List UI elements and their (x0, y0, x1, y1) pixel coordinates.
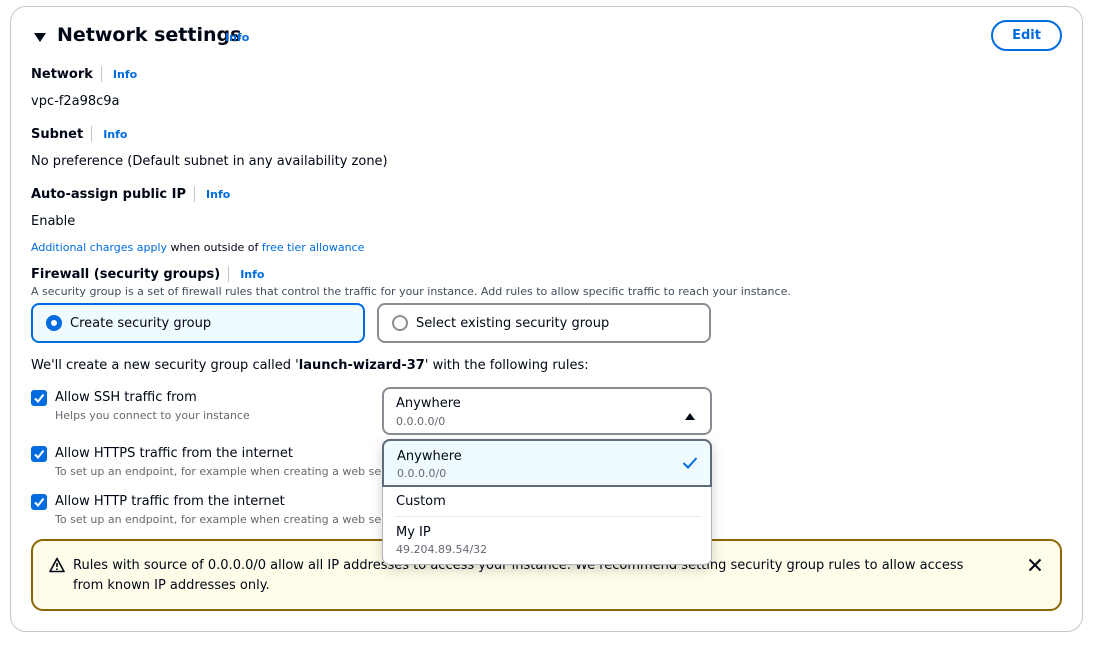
auto-ip-label: Auto-assign public IP (31, 186, 187, 202)
https-checkbox[interactable] (31, 446, 47, 462)
auto-ip-label-row: Auto-assign public IP Info (31, 185, 230, 203)
close-icon[interactable] (1028, 557, 1042, 576)
auto-ip-value: Enable (31, 214, 76, 229)
network-value: vpc-f2a98c9a (31, 94, 120, 109)
new-group-prefix: We'll create a new security group called… (31, 358, 299, 373)
ssh-checkbox[interactable] (31, 390, 47, 406)
firewall-info-link[interactable]: Info (240, 268, 264, 281)
firewall-description: A security group is a set of firewall ru… (31, 285, 791, 298)
option-custom-label: Custom (396, 494, 446, 509)
free-tier-link[interactable]: free tier allowance (262, 241, 364, 254)
ssh-source-dropdown: Anywhere 0.0.0.0/0 Custom My IP 49.204.8… (382, 439, 712, 565)
new-group-message: We'll create a new security group called… (31, 357, 589, 375)
caret-up-icon[interactable] (684, 406, 696, 425)
ssh-source-value: Anywhere (396, 396, 461, 411)
select-existing-security-group-option[interactable]: Select existing security group (377, 303, 711, 343)
option-my-ip-sub: 49.204.89.54/32 (396, 543, 488, 556)
option-anywhere[interactable]: Anywhere 0.0.0.0/0 (382, 439, 712, 487)
firewall-label: Firewall (security groups) (31, 266, 221, 282)
firewall-label-row: Firewall (security groups) Info (31, 265, 265, 283)
create-security-group-label: Create security group (70, 315, 212, 331)
section-title[interactable]: Network settings (57, 22, 241, 48)
edit-button[interactable]: Edit (991, 20, 1062, 51)
https-rule-description: To set up an endpoint, for example when … (55, 465, 381, 478)
ssh-source-sub: 0.0.0.0/0 (396, 415, 446, 428)
option-anywhere-sub: 0.0.0.0/0 (397, 467, 447, 480)
option-my-ip[interactable]: My IP 49.204.89.54/32 (383, 517, 711, 565)
option-anywhere-label: Anywhere (397, 449, 462, 464)
divider (91, 126, 93, 142)
subnet-info-link[interactable]: Info (103, 128, 127, 141)
subnet-label-row: Subnet Info (31, 125, 128, 143)
check-icon (34, 393, 45, 404)
warning-icon (49, 557, 65, 577)
subnet-value: No preference (Default subnet in any ava… (31, 154, 388, 169)
auto-ip-info-link[interactable]: Info (206, 188, 230, 201)
ssh-rule-description: Helps you connect to your instance (55, 409, 250, 422)
divider (228, 266, 230, 282)
network-label: Network (31, 66, 93, 82)
radio-selected-icon[interactable] (46, 315, 62, 331)
ssh-rule-label[interactable]: Allow SSH traffic from (55, 389, 197, 407)
charges-note-text: when outside of (167, 241, 262, 254)
section-info-link[interactable]: Info (225, 31, 249, 44)
http-rule-description: To set up an endpoint, for example when … (55, 513, 381, 526)
check-icon (34, 497, 45, 508)
radio-unselected-icon[interactable] (392, 315, 408, 331)
http-checkbox[interactable] (31, 494, 47, 510)
http-rule-label[interactable]: Allow HTTP traffic from the internet (55, 493, 285, 511)
https-rule-label[interactable]: Allow HTTPS traffic from the internet (55, 445, 293, 463)
network-settings-panel: Network settings Info Edit Network Info … (10, 6, 1083, 632)
additional-charges-link[interactable]: Additional charges apply (31, 241, 167, 254)
caret-down-icon[interactable] (33, 29, 47, 43)
create-security-group-option[interactable]: Create security group (31, 303, 365, 343)
option-custom[interactable]: Custom (383, 488, 711, 516)
check-icon (34, 449, 45, 460)
subnet-label: Subnet (31, 126, 84, 142)
select-existing-security-group-label: Select existing security group (416, 315, 610, 331)
divider (194, 186, 196, 202)
divider (100, 66, 102, 82)
network-info-link[interactable]: Info (113, 68, 137, 81)
new-group-name: launch-wizard-37 (298, 358, 425, 373)
check-icon (682, 455, 698, 474)
charges-note: Additional charges apply when outside of… (31, 240, 364, 255)
option-my-ip-label: My IP (396, 525, 431, 540)
ssh-source-select[interactable]: Anywhere 0.0.0.0/0 (382, 387, 712, 435)
new-group-suffix: ' with the following rules: (424, 358, 589, 373)
network-label-row: Network Info (31, 65, 137, 83)
